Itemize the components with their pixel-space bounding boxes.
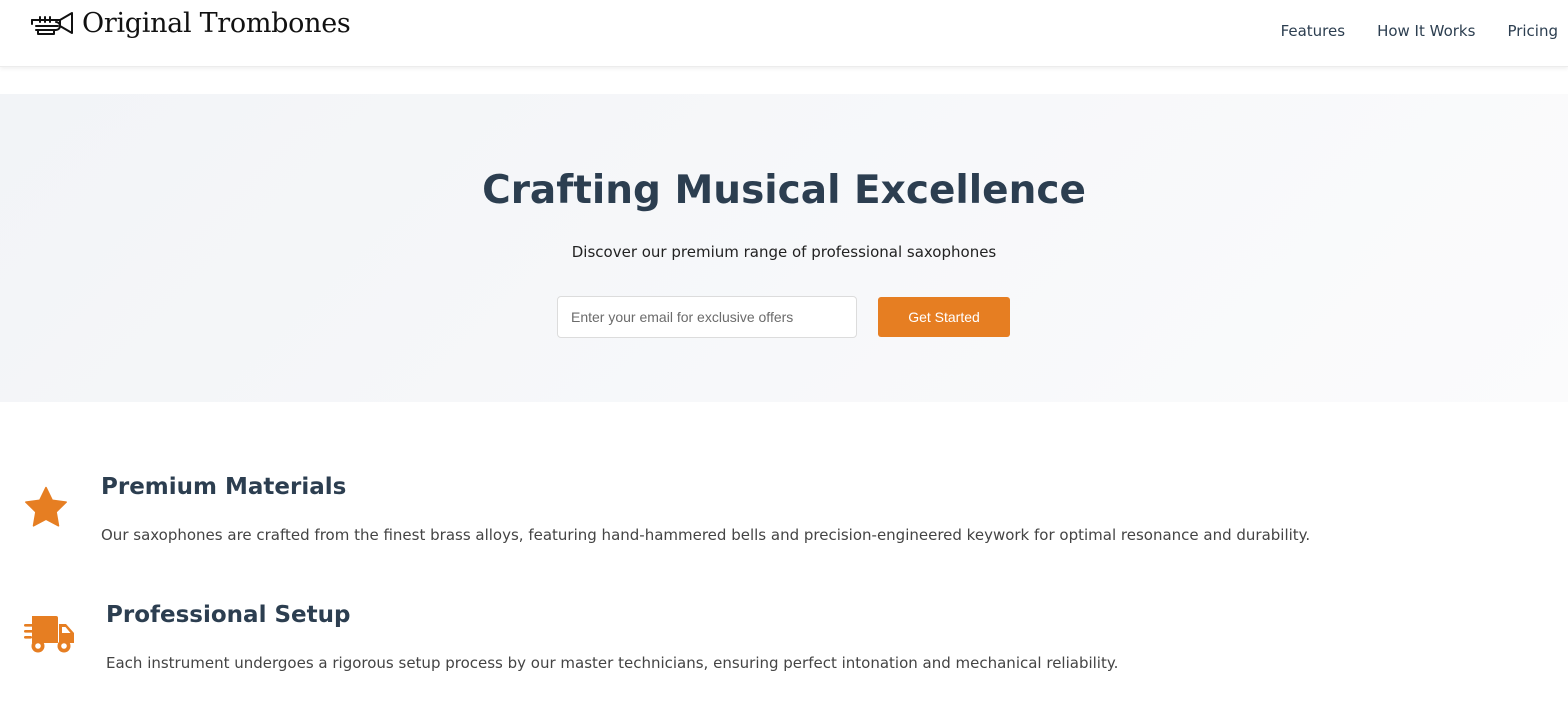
- email-input[interactable]: [557, 296, 857, 338]
- feature-description: Each instrument undergoes a rigorous set…: [106, 654, 1119, 672]
- feature-title: Premium Materials: [101, 474, 347, 500]
- logo[interactable]: Original Trombones: [30, 8, 351, 39]
- main-nav: Features How It Works Pricing: [1281, 22, 1558, 40]
- feature-premium-materials: Premium Materials Our saxophones are cra…: [0, 470, 1568, 560]
- star-icon: [25, 486, 67, 527]
- hero-title: Crafting Musical Excellence: [482, 168, 1086, 213]
- hero-section: Crafting Musical Excellence Discover our…: [0, 94, 1568, 402]
- shipping-truck-icon: [24, 616, 74, 653]
- feature-title: Professional Setup: [106, 602, 351, 628]
- nav-link-how-it-works[interactable]: How It Works: [1377, 22, 1475, 40]
- nav-link-pricing[interactable]: Pricing: [1507, 22, 1558, 40]
- brand-name: Original Trombones: [82, 8, 351, 39]
- nav-link-features[interactable]: Features: [1281, 22, 1346, 40]
- feature-professional-setup: Professional Setup Each instrument under…: [0, 598, 1568, 688]
- site-header: Original Trombones Features How It Works…: [0, 0, 1568, 67]
- trombone-icon: [31, 11, 73, 35]
- feature-description: Our saxophones are crafted from the fine…: [101, 526, 1311, 544]
- get-started-button[interactable]: Get Started: [878, 297, 1010, 337]
- hero-subtitle: Discover our premium range of profession…: [571, 243, 997, 261]
